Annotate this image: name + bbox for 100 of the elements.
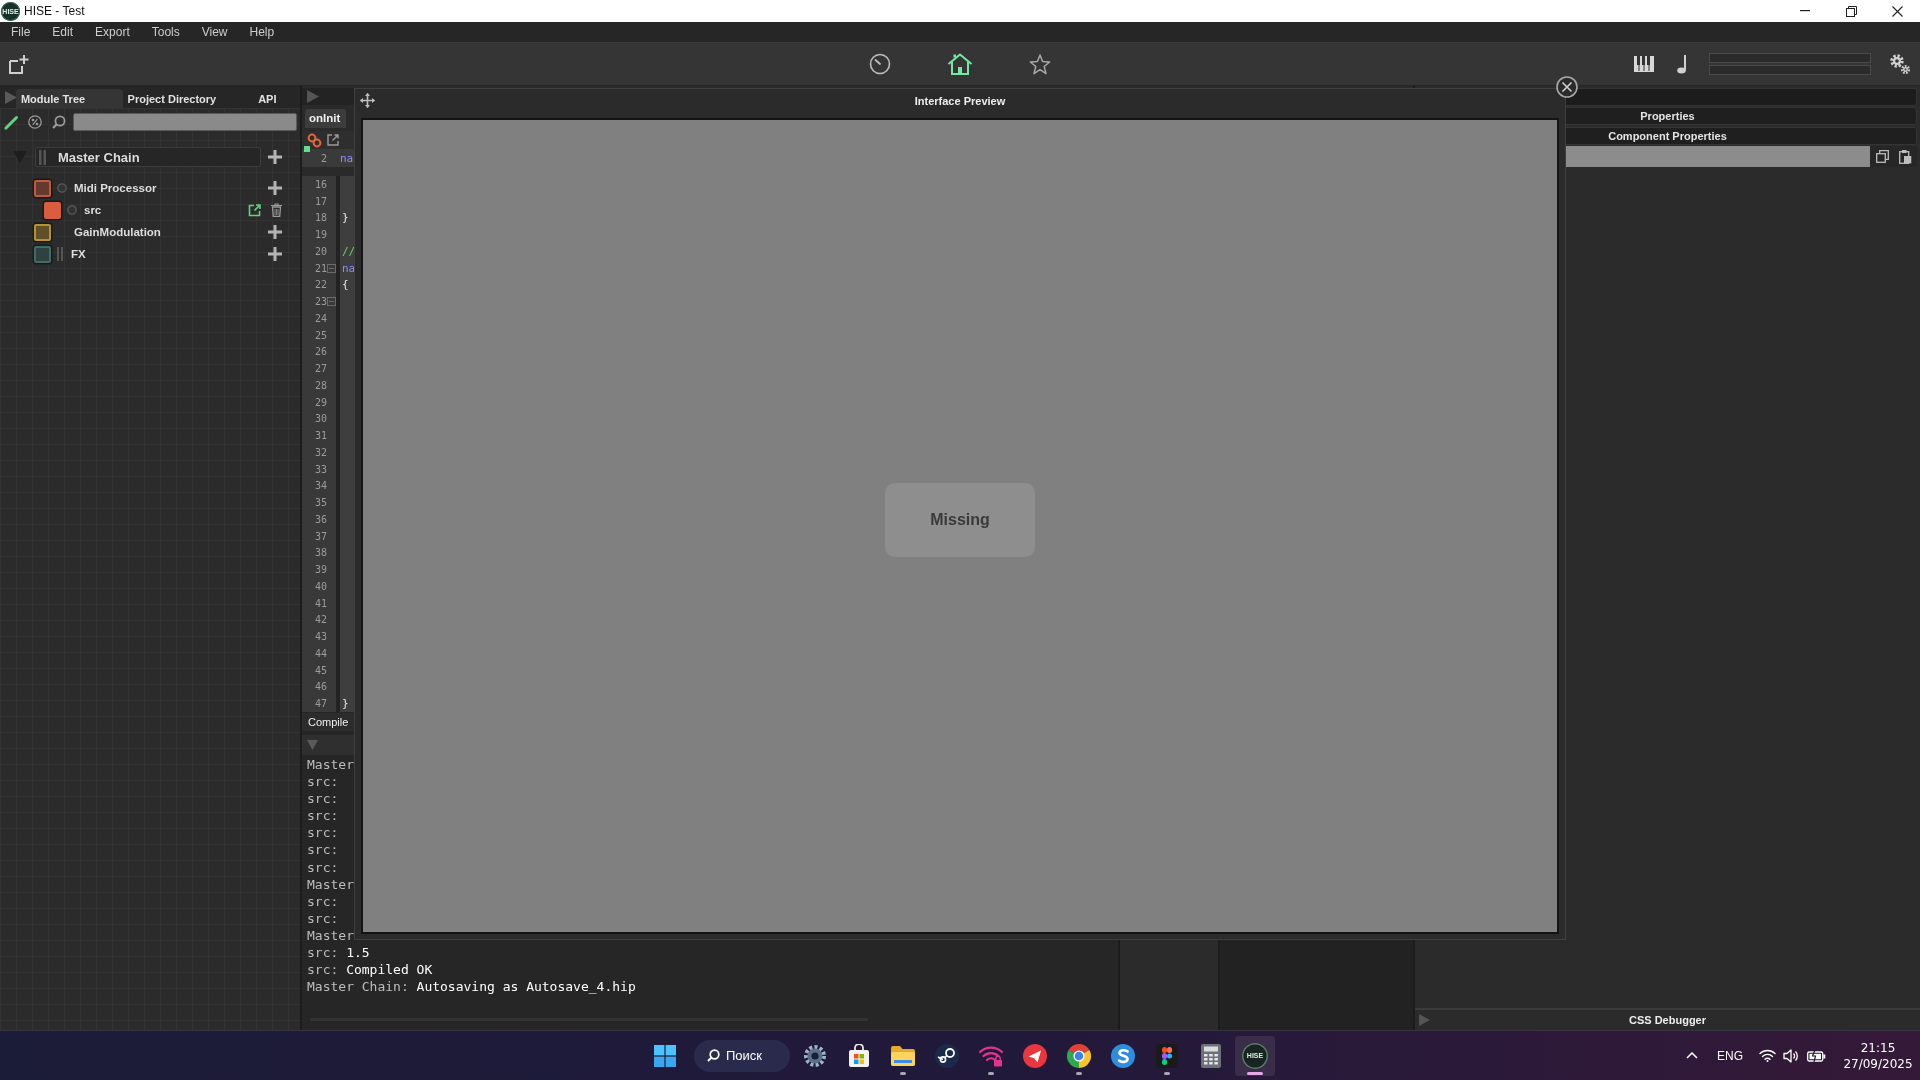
plus-icon[interactable] [268,150,282,164]
module-name[interactable]: Midi Processor [74,182,157,194]
running-indicator [1076,1071,1082,1075]
running-indicator [900,1071,906,1075]
log-line: src: [307,773,339,791]
window-title: HISE - Test [24,4,85,18]
star-icon[interactable] [1029,53,1051,75]
line-number: 38 [313,547,327,559]
pencil-icon[interactable] [4,114,19,130]
copy-icon[interactable] [1876,150,1889,163]
line-number: 46 [313,681,327,693]
module-header[interactable]: Master Chain [35,147,261,167]
line-number: 23 [313,296,327,308]
line-number: 28 [313,379,327,391]
running-indicator [988,1071,994,1075]
menu-item[interactable]: Edit [41,22,85,42]
module-name[interactable]: Master Chain [58,149,140,165]
calculator-icon [1201,1043,1221,1068]
speaker-icon[interactable] [1783,1048,1800,1063]
home-icon[interactable] [947,53,973,75]
shopping-bag-icon [848,1043,870,1068]
restore-icon[interactable] [1845,5,1857,17]
gauge-icon[interactable] [869,53,891,75]
menu-item[interactable]: Export [84,22,141,42]
editor-tab[interactable]: onInit [305,109,347,128]
grid-icon[interactable] [654,1044,676,1067]
running-indicator [1247,1071,1263,1075]
line-number: 34 [313,480,327,492]
line-number: 16 [313,178,327,190]
missing-notice: Missing [885,483,1035,557]
line-number: 21 [313,262,327,274]
search-field[interactable] [73,113,297,131]
shapes-icon [1156,1043,1178,1068]
line-number: 44 [313,647,327,659]
line-number: 45 [313,664,327,676]
plus-icon[interactable] [268,247,282,261]
external-link-icon[interactable] [327,134,339,146]
line-number: 37 [313,530,327,542]
settings-icon[interactable] [1889,53,1911,75]
log-line: src: [307,824,339,842]
add-window-icon[interactable] [9,54,29,74]
menu-item[interactable]: View [190,22,239,42]
console-tab[interactable]: Compile [302,713,349,731]
line-number: 41 [313,597,327,609]
paste-icon[interactable] [1899,149,1912,164]
clock-time[interactable]: 21:15 [1860,1039,1896,1056]
line-number: 43 [313,631,327,643]
code-text: { [342,278,349,292]
music-note-icon[interactable] [1676,54,1688,74]
chain-link-icon[interactable] [307,132,322,148]
percent-circle-icon[interactable] [28,115,42,129]
line-number: 25 [313,329,327,341]
preview-title: Interface Preview [914,94,1006,107]
drag-handle-icon [39,149,46,165]
chevron-up-icon[interactable] [1686,1052,1698,1059]
line-number: 40 [313,580,327,592]
close-icon[interactable] [1891,5,1903,17]
log-line: Master [307,926,354,945]
panel-tab[interactable]: API [252,89,300,108]
line-number: 30 [313,413,327,425]
panel-header[interactable]: CSS Debugger [1629,1014,1706,1026]
clock-date[interactable]: 27/09/2025 [1843,1055,1913,1072]
menu-item[interactable]: File [0,22,42,42]
code-text: na [340,151,354,165]
marker-icon [304,146,310,152]
panel-tab[interactable]: Module Tree [15,89,123,108]
log-line: src: [307,807,339,825]
piano-keys-icon[interactable] [1634,56,1654,72]
log-line: src: [307,858,339,876]
taskbar-search[interactable]: Поиск [694,1039,790,1072]
line-number: 18 [313,212,327,224]
move-icon[interactable] [360,93,375,108]
language-indicator[interactable]: ENG [1717,1048,1743,1063]
code-text: } [342,211,349,225]
wifi-icon[interactable] [1759,1049,1776,1062]
line-number: 20 [313,245,327,257]
log-line: Master [307,875,354,893]
module-name[interactable]: GainModulation [74,226,161,238]
external-link-icon[interactable] [248,203,261,217]
line-number: 24 [313,312,327,324]
line-number: 29 [313,396,327,408]
code-text: } [342,697,349,711]
module-name[interactable]: FX [71,248,86,260]
log-line: src: 1.5 [307,944,370,962]
plus-icon[interactable] [268,225,282,239]
line-number: 19 [313,229,327,241]
panel-tab[interactable]: Project Directory [122,89,253,108]
search-icon[interactable] [52,115,66,129]
line-number: 36 [313,513,327,525]
module-name[interactable]: src [84,204,102,216]
battery-icon[interactable] [1807,1049,1826,1062]
minimize-icon[interactable] [1800,10,1810,12]
plus-icon[interactable] [268,181,282,195]
trash-icon[interactable] [271,203,282,217]
menu-item[interactable]: Tools [140,22,191,42]
line-number: 22 [313,279,327,291]
folder-icon [891,1045,915,1066]
swirl-icon [1111,1043,1135,1068]
menu-item[interactable]: Help [238,22,286,42]
wifi-lock-icon [979,1044,1003,1067]
